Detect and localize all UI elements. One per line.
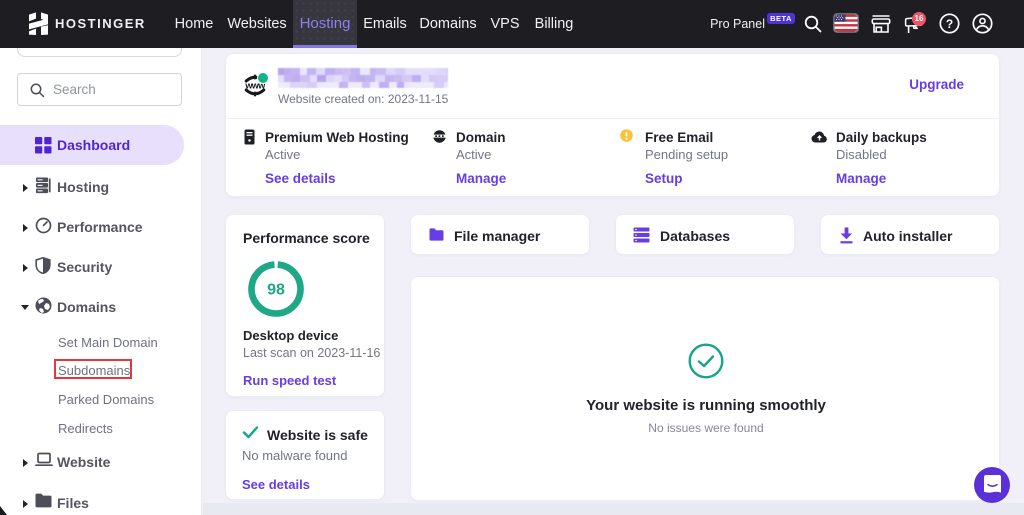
svg-text:98: 98 [267,282,285,299]
svg-text:?: ? [946,17,953,31]
